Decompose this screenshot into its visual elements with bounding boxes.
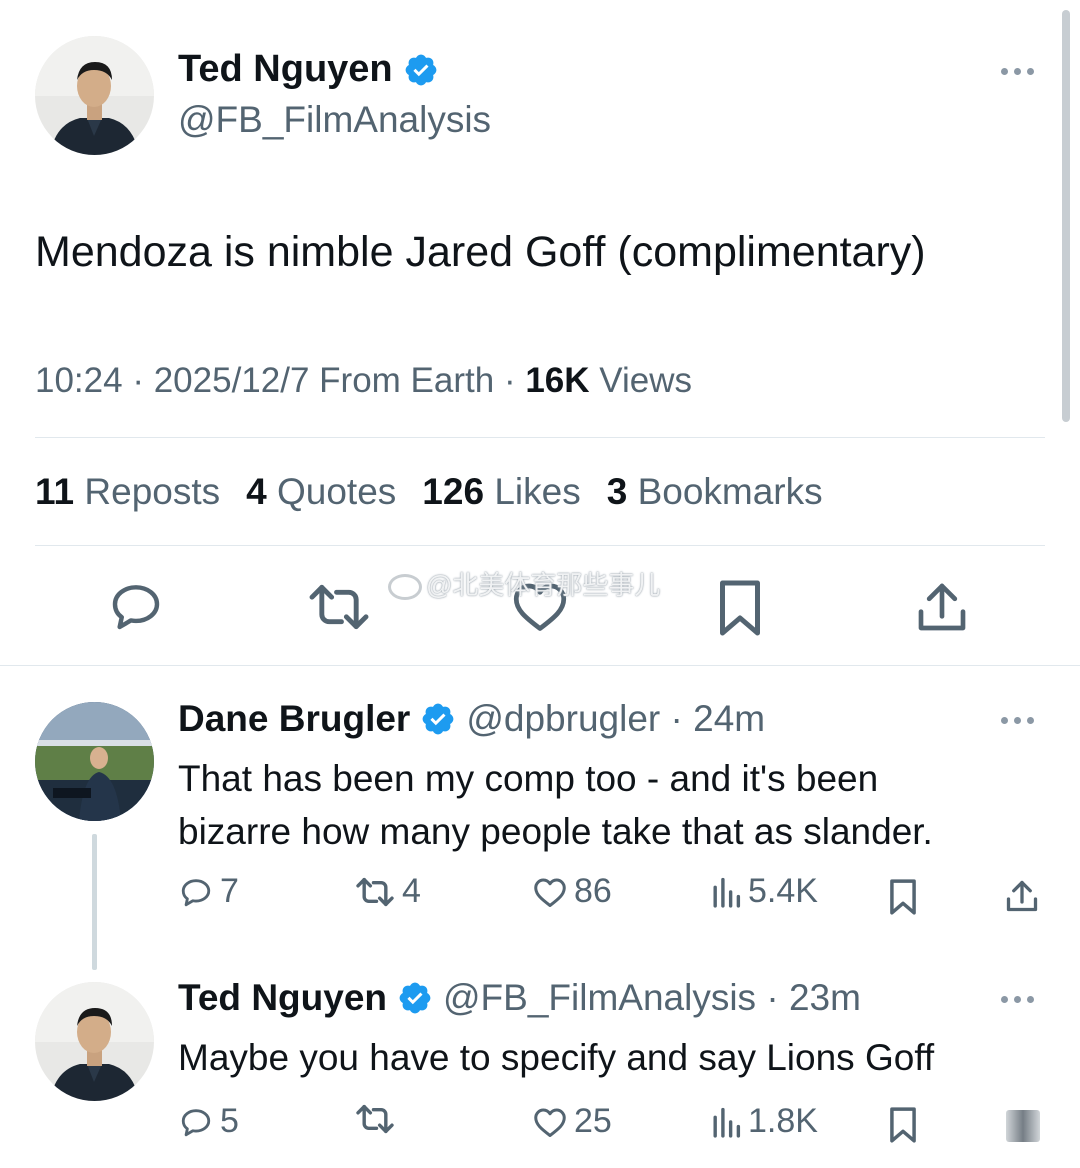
reply-count: 7 xyxy=(220,872,239,910)
tweet-time[interactable]: 10:24 xyxy=(35,361,123,400)
reply-age[interactable]: 24m xyxy=(693,698,765,740)
views-icon xyxy=(713,877,741,908)
divider xyxy=(0,665,1080,666)
reply-repost-button[interactable]: 4 xyxy=(354,872,421,911)
author-name[interactable]: Ted Nguyen xyxy=(178,48,439,91)
bookmark-icon[interactable] xyxy=(888,1106,918,1144)
reply-header: Ted Nguyen @FB_FilmAnalysis · 23m xyxy=(178,977,861,1019)
views-label: Views xyxy=(599,361,693,400)
reply-handle[interactable]: @dpbrugler xyxy=(466,698,660,740)
verified-badge-icon xyxy=(422,703,454,735)
author-handle[interactable]: @FB_FilmAnalysis xyxy=(178,99,491,141)
repost-icon xyxy=(356,1104,394,1134)
reply-text-line: That has been my comp too - and it's bee… xyxy=(178,758,879,799)
share-icon[interactable] xyxy=(1006,1110,1040,1142)
like-count: 86 xyxy=(574,872,612,910)
reply-count: 5 xyxy=(220,1102,239,1140)
share-icon[interactable] xyxy=(1004,878,1040,914)
meta-separator: · xyxy=(756,977,789,1018)
verified-badge-icon xyxy=(399,982,431,1014)
reply-icon xyxy=(181,1108,211,1136)
reply-text: That has been my comp too - and it's bee… xyxy=(178,752,933,858)
more-icon[interactable] xyxy=(1001,717,1034,724)
reply-author-name[interactable]: Ted Nguyen xyxy=(178,977,387,1019)
bookmark-icon[interactable] xyxy=(716,578,764,638)
reply-like-button[interactable]: 25 xyxy=(532,1102,612,1141)
repost-icon xyxy=(356,877,394,906)
meta-separator: · xyxy=(132,361,154,400)
reply-reply-button[interactable]: 7 xyxy=(178,872,239,911)
view-count: 1.8K xyxy=(748,1102,818,1140)
reply-text-line: bizarre how many people take that as sla… xyxy=(178,811,933,852)
reply-text-line: Maybe you have to specify and say Lions … xyxy=(178,1037,935,1078)
reply-reply-button[interactable]: 5 xyxy=(178,1102,239,1141)
divider xyxy=(35,437,1045,438)
weibo-logo-icon xyxy=(388,574,422,601)
author-avatar[interactable] xyxy=(35,36,154,155)
view-count: 5.4K xyxy=(748,872,818,910)
divider xyxy=(35,545,1045,546)
reply-age[interactable]: 23m xyxy=(789,977,861,1019)
reply-avatar[interactable] xyxy=(35,982,154,1101)
views-icon xyxy=(713,1107,741,1138)
reply-thread-line xyxy=(92,834,97,970)
reply-header: Dane Brugler @dpbrugler · 24m xyxy=(178,698,765,740)
reply-icon xyxy=(181,878,211,906)
reply-text: Maybe you have to specify and say Lions … xyxy=(178,1031,934,1084)
views-count: 16K xyxy=(525,361,590,400)
reply-author-name[interactable]: Dane Brugler xyxy=(178,698,410,740)
like-icon xyxy=(534,878,566,907)
tweet-text: Mendoza is nimble Jared Goff (compliment… xyxy=(35,228,926,276)
quotes-stat[interactable]: 4 Quotes xyxy=(246,471,396,513)
like-count: 25 xyxy=(574,1102,612,1140)
more-icon[interactable] xyxy=(1001,68,1034,75)
reply-like-button[interactable]: 86 xyxy=(532,872,612,911)
meta-separator: · xyxy=(503,361,526,400)
reposts-stat[interactable]: 11 Reposts xyxy=(35,471,220,513)
share-icon[interactable] xyxy=(914,578,970,636)
reply-avatar[interactable] xyxy=(35,702,154,821)
meta-separator: · xyxy=(660,698,694,739)
repost-icon[interactable] xyxy=(306,580,372,634)
repost-count: 4 xyxy=(402,872,421,910)
likes-stat[interactable]: 126 Likes xyxy=(422,471,580,513)
more-icon[interactable] xyxy=(1001,996,1034,1003)
scrollbar[interactable] xyxy=(1062,10,1070,422)
reply-repost-button[interactable] xyxy=(354,1102,402,1136)
like-icon xyxy=(534,1108,566,1137)
verified-badge-icon xyxy=(405,54,437,85)
reply-views-button[interactable]: 5.4K xyxy=(710,872,818,911)
watermark: @北美体育那些事儿 xyxy=(388,565,660,602)
bookmarks-stat[interactable]: 3 Bookmarks xyxy=(607,471,823,513)
reply-views-button[interactable]: 1.8K xyxy=(710,1102,818,1141)
bookmark-icon[interactable] xyxy=(888,878,918,916)
tweet-meta: 10:24 · 2025/12/7 From Earth · 16K Views xyxy=(35,361,692,401)
tweet-date[interactable]: 2025/12/7 xyxy=(154,361,310,400)
reply-icon[interactable] xyxy=(106,578,166,634)
reply-handle[interactable]: @FB_FilmAnalysis xyxy=(443,977,756,1019)
tweet-location: From Earth xyxy=(319,361,495,400)
author-name-text[interactable]: Ted Nguyen xyxy=(178,48,393,91)
engagement-stats: 11 Reposts 4 Quotes 126 Likes 3 Bookmark… xyxy=(35,471,823,513)
